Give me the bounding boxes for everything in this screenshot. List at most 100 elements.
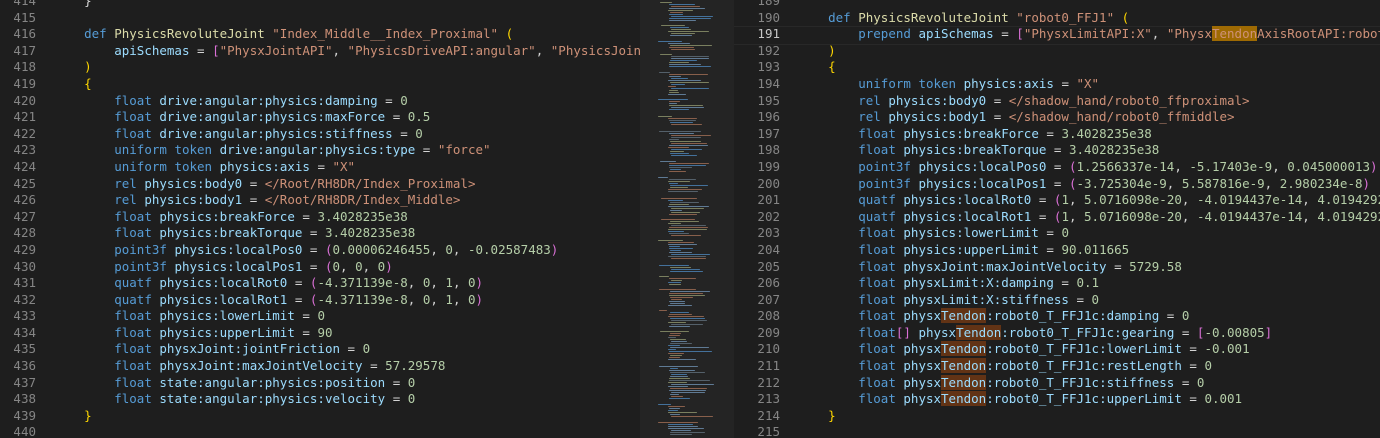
code-line[interactable]: }: [798, 408, 1380, 425]
code-token: ,: [1264, 175, 1280, 191]
code-token: 0: [317, 308, 325, 324]
code-line[interactable]: float physxJoint:maxJointVelocity = 5729…: [798, 259, 1380, 276]
code-token: rel: [114, 175, 137, 191]
code-token: -4.371139e-8: [317, 291, 408, 307]
code-token: physics:localRot1: [159, 291, 288, 307]
code-line[interactable]: {: [798, 59, 1380, 76]
code-line[interactable]: float physics:breakForce = 3.4028235e38: [54, 209, 640, 226]
line-number: 425: [13, 175, 36, 191]
code-line[interactable]: [54, 424, 640, 438]
code-token: float: [858, 241, 896, 257]
code-line[interactable]: float physxTendon:robot0_T_FFJ1c:restLen…: [798, 358, 1380, 375]
code-token: float: [858, 358, 896, 374]
code-text-area[interactable]: } def PhysicsRevoluteJoint "Index_Middle…: [54, 0, 640, 438]
code-line[interactable]: float[] physxTendon:robot0_T_FFJ1c:geari…: [798, 324, 1380, 342]
code-token: 0.5: [407, 109, 431, 125]
line-number: 417: [13, 42, 36, 58]
code-token: physics:upperLimit: [159, 324, 295, 340]
code-line[interactable]: float physics:breakTorque = 3.4028235e38: [54, 225, 640, 242]
left-editor-pane[interactable]: 414 415 416 417 418 419 420 421 422 423 424 425 426 4…: [0, 0, 640, 438]
line-number: 424: [13, 158, 36, 174]
code-line[interactable]: uniform token physics:axis = "X": [798, 76, 1380, 93]
code-line[interactable]: prepend apiSchemas = ["PhysxLimitAPI:X",…: [798, 26, 1380, 43]
code-line[interactable]: rel physics:body0 = </Root/RH8DR/Index_P…: [54, 176, 640, 193]
code-token: float: [114, 341, 152, 357]
code-token: 0: [1196, 374, 1205, 390]
code-text-area[interactable]: def PhysicsRevoluteJoint "robot0_FFJ1" (…: [798, 0, 1380, 438]
code-line[interactable]: quatf physics:localRot0 = (-4.371139e-8,…: [54, 275, 640, 292]
code-line[interactable]: float drive:angular:physics:stiffness = …: [54, 126, 640, 143]
line-number: 430: [13, 258, 36, 274]
code-token: float: [114, 374, 152, 390]
code-line[interactable]: float physxTendon:robot0_T_FFJ1c:lowerLi…: [798, 341, 1380, 358]
code-line[interactable]: }: [54, 408, 640, 425]
code-line[interactable]: [798, 0, 1380, 10]
code-line[interactable]: quatf physics:localRot0 = (1, 5.0716098e…: [798, 192, 1380, 209]
code-token: =: [392, 125, 416, 141]
code-line[interactable]: float physxLimit:X:damping = 0.1: [798, 275, 1380, 292]
code-token: 0: [468, 291, 476, 307]
code-line[interactable]: [798, 424, 1380, 438]
code-line[interactable]: ): [54, 59, 640, 76]
code-token: :robot0_T_FFJ1c:lowerLimit: [986, 341, 1182, 357]
code-line[interactable]: uniform token physics:axis = "X": [54, 159, 640, 176]
code-line[interactable]: float physics:lowerLimit = 0: [54, 308, 640, 325]
code-line[interactable]: point3f physics:localPos1 = (-3.725304e-…: [798, 176, 1380, 193]
code-line[interactable]: float physxTendon:robot0_T_FFJ1c:stiffne…: [798, 374, 1380, 392]
code-token: :robot0_T_FFJ1c:damping: [986, 308, 1160, 324]
code-line[interactable]: quatf physics:localRot1 = (1, 5.0716098e…: [798, 209, 1380, 226]
code-token: "X": [1076, 75, 1100, 91]
code-line[interactable]: rel physics:body1 = </shadow_hand/robot0…: [798, 109, 1380, 126]
code-line[interactable]: quatf physics:localRot1 = (-4.371139e-8,…: [54, 292, 640, 309]
code-token: =: [1068, 291, 1092, 307]
code-line[interactable]: float physxJoint:maxJointVelocity = 57.2…: [54, 358, 640, 375]
code-line[interactable]: point3f physics:localPos0 = (0.000062464…: [54, 242, 640, 259]
code-line[interactable]: float physics:breakTorque = 3.4028235e38: [798, 142, 1380, 159]
code-token: 1: [1061, 192, 1069, 208]
line-number-gutter: 189 190 191 192 193 194 195 196 197 198 199 200 201 2…: [734, 0, 780, 438]
code-line[interactable]: float physxLimit:X:stiffness = 0: [798, 292, 1380, 309]
right-editor-pane[interactable]: 189 190 191 192 193 194 195 196 197 198 199 200 201 2…: [734, 0, 1380, 438]
code-line[interactable]: uniform token drive:angular:physics:type…: [54, 142, 640, 159]
code-line[interactable]: point3f physics:localPos0 = (1.2566337e-…: [798, 159, 1380, 176]
code-line[interactable]: float physxTendon:robot0_T_FFJ1c:damping…: [798, 308, 1380, 325]
code-line[interactable]: float drive:angular:physics:damping = 0: [54, 93, 640, 110]
code-line[interactable]: float physics:upperLimit = 90: [54, 325, 640, 342]
code-line[interactable]: float state:angular:physics:velocity = 0: [54, 391, 640, 408]
code-line[interactable]: {: [54, 76, 640, 93]
code-line[interactable]: float state:angular:physics:position = 0: [54, 375, 640, 392]
code-token: "Physx: [1166, 26, 1212, 42]
minimap[interactable]: [640, 0, 734, 438]
code-line[interactable]: rel physics:body0 = </shadow_hand/robot0…: [798, 93, 1380, 110]
code-line[interactable]: rel physics:body1 = </Root/RH8DR/Index_M…: [54, 192, 640, 209]
code-token: -5.17403e-9: [1189, 158, 1273, 174]
code-line[interactable]: def PhysicsRevoluteJoint "Index_Middle__…: [54, 26, 640, 43]
code-token: ,: [535, 42, 551, 58]
code-line[interactable]: float physics:breakForce = 3.4028235e38: [798, 126, 1380, 143]
code-token: =: [242, 175, 265, 191]
code-token: =: [294, 308, 318, 324]
code-line[interactable]: ): [798, 43, 1380, 60]
code-line[interactable]: [54, 10, 640, 27]
code-token: float: [858, 125, 896, 141]
code-line[interactable]: float drive:angular:physics:maxForce = 0…: [54, 109, 640, 126]
code-line[interactable]: point3f physics:localPos1 = (0, 0, 0): [54, 259, 640, 276]
line-number: 431: [13, 275, 36, 291]
code-line[interactable]: float physics:lowerLimit = 0: [798, 225, 1380, 242]
search-match-highlight: Tendon: [956, 324, 1002, 340]
code-token: 0: [407, 374, 416, 390]
code-line[interactable]: }: [54, 0, 640, 10]
code-line[interactable]: float physxJoint:jointFriction = 0: [54, 341, 640, 358]
search-match-highlight: Tendon: [941, 374, 987, 390]
code-line[interactable]: def PhysicsRevoluteJoint "robot0_FFJ1" (: [798, 10, 1380, 27]
code-line[interactable]: float physics:upperLimit = 90.011665: [798, 242, 1380, 259]
code-line[interactable]: apiSchemas = ["PhysxJointAPI", "PhysicsD…: [54, 43, 640, 60]
code-token: float: [858, 225, 896, 241]
code-token: float: [858, 374, 896, 390]
code-line[interactable]: float physxTendon:robot0_T_FFJ1c:upperLi…: [798, 391, 1380, 408]
